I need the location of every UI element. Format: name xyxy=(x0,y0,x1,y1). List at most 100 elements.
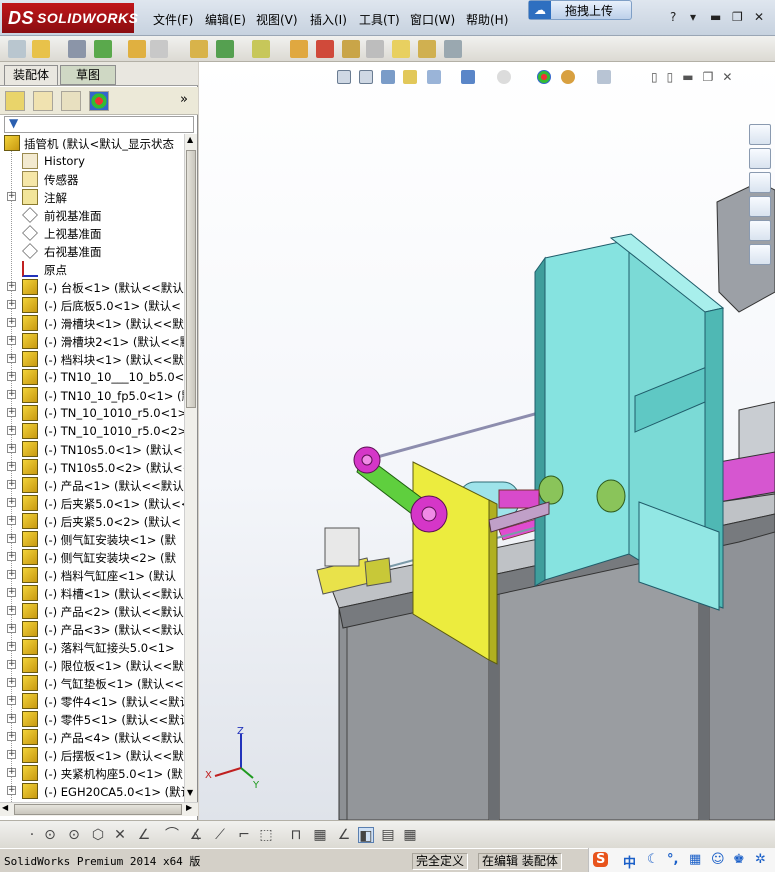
expand-toggle-icon[interactable]: + xyxy=(7,750,16,759)
point-icon[interactable]: · xyxy=(24,827,40,843)
tree-item[interactable]: + (-) 产品<2> (默认<<默认 xyxy=(0,602,184,620)
tree-item[interactable]: + (-) 零件5<1> (默认<<默认 xyxy=(0,710,184,728)
expand-toggle-icon[interactable]: + xyxy=(7,192,16,201)
show-hidden-icon[interactable] xyxy=(150,40,168,58)
expand-toggle-icon[interactable]: + xyxy=(7,336,16,345)
expand-toggle-icon[interactable]: + xyxy=(7,516,16,525)
linear-pattern-icon[interactable] xyxy=(68,40,86,58)
centerpoint-rectangle-icon[interactable]: ⬚ xyxy=(258,827,274,843)
expand-toggle-icon[interactable]: + xyxy=(7,606,16,615)
explode-line-sketch-icon[interactable] xyxy=(342,40,360,58)
tree-item[interactable]: History xyxy=(0,152,184,170)
expand-toggle-icon[interactable]: + xyxy=(7,354,16,363)
expand-toggle-icon[interactable]: + xyxy=(7,714,16,723)
tree-item[interactable]: + (-) 料槽<1> (默认<<默认 xyxy=(0,584,184,602)
solid-view-icon[interactable]: ◧ xyxy=(358,827,374,844)
tree-item[interactable]: 上视基准面 xyxy=(0,224,184,242)
tree-item[interactable]: + (-) TN10s5.0<2> (默认<< xyxy=(0,458,184,476)
exploded-view-icon[interactable] xyxy=(316,40,334,58)
tree-item[interactable]: 传感器 xyxy=(0,170,184,188)
polygon-icon[interactable]: ⬡ xyxy=(90,827,106,843)
tree-item[interactable]: + (-) 档料气缸座<1> (默认 xyxy=(0,566,184,584)
tree-item[interactable]: 原点 xyxy=(0,260,184,278)
tools-icon[interactable]: ✲ xyxy=(755,852,766,867)
tree-item[interactable]: + (-) TN_10_1010_r5.0<1> xyxy=(0,404,184,422)
mate-icon[interactable] xyxy=(32,40,50,58)
expand-toggle-icon[interactable]: + xyxy=(7,678,16,687)
scroll-left-icon[interactable]: ◀ xyxy=(2,803,8,812)
tree-item[interactable]: + (-) 产品<4> (默认<<默认 xyxy=(0,728,184,746)
expand-toggle-icon[interactable]: + xyxy=(7,552,16,561)
menu-edit[interactable]: 编辑(E) xyxy=(205,11,246,28)
tree-scroll-thumb[interactable] xyxy=(186,150,196,408)
filter-field[interactable]: ▼ xyxy=(4,116,194,133)
expand-toggle-icon[interactable]: + xyxy=(7,426,16,435)
clearance-verification-icon[interactable] xyxy=(392,40,410,58)
custom-properties-icon[interactable] xyxy=(749,244,771,265)
moon-icon[interactable]: ☾ xyxy=(647,852,659,867)
assembly-model[interactable] xyxy=(199,62,775,820)
circle-icon[interactable]: ⊙ xyxy=(42,827,58,843)
chamfer-icon[interactable]: ∡ xyxy=(188,827,204,843)
grid-icon[interactable]: ▦ xyxy=(312,827,328,843)
tree-item[interactable]: + (-) TN_10_1010_r5.0<2> xyxy=(0,422,184,440)
tree-item[interactable]: + (-) EGH20CA5.0<1> (默认 xyxy=(0,782,184,800)
close-button[interactable]: ✕ xyxy=(754,10,764,24)
smart-fasteners-icon[interactable] xyxy=(94,40,112,58)
tree-vertical-scrollbar[interactable]: ▲ ▼ xyxy=(184,134,197,802)
expand-toggle-icon[interactable]: + xyxy=(7,372,16,381)
tree-item[interactable]: + (-) 气缸垫板<1> (默认<< xyxy=(0,674,184,692)
drag-upload-button[interactable]: ☁ 拖拽上传 xyxy=(528,0,632,20)
user-icon[interactable]: ☺ xyxy=(711,852,725,867)
skin-icon[interactable]: ♚ xyxy=(733,852,745,867)
appearances-icon[interactable] xyxy=(749,220,771,241)
split-horizontal-icon[interactable]: ▤ xyxy=(380,827,396,843)
hole-alignment-icon[interactable] xyxy=(418,40,436,58)
keyboard-icon[interactable]: ▦ xyxy=(689,852,701,867)
tree-item[interactable]: + (-) 落料气缸接头5.0<1> xyxy=(0,638,184,656)
expand-toggle-icon[interactable]: + xyxy=(7,534,16,543)
tree-item[interactable]: + (-) 侧气缸安装块<1> (默 xyxy=(0,530,184,548)
menu-file[interactable]: 文件(F) xyxy=(153,11,193,28)
minimize-button[interactable]: ▬ xyxy=(710,10,721,24)
tree-item[interactable]: + (-) 后夹紧5.0<1> (默认<< xyxy=(0,494,184,512)
tree-item[interactable]: + (-) TN10s5.0<1> (默认<< xyxy=(0,440,184,458)
graphics-area[interactable]: ▯▯▬❐✕ Z X Y xyxy=(199,62,775,820)
expand-toggle-icon[interactable]: + xyxy=(7,642,16,651)
expand-toggle-icon[interactable]: + xyxy=(7,588,16,597)
expand-toggle-icon[interactable]: + xyxy=(7,570,16,579)
expand-toggle-icon[interactable]: + xyxy=(7,480,16,489)
smart-dimension-icon[interactable]: ⊓ xyxy=(288,827,304,843)
menu-help[interactable]: 帮助(H) xyxy=(466,11,508,28)
solidworks-logo[interactable]: DS SOLIDWORKS xyxy=(2,3,138,33)
fillet-icon[interactable]: ⌒ xyxy=(164,827,180,843)
tree-item[interactable]: 前视基准面 xyxy=(0,206,184,224)
ime-chinese-mode[interactable]: 中 xyxy=(623,852,636,871)
tree-item[interactable]: + (-) 滑槽块<1> (默认<<默 xyxy=(0,314,184,332)
tree-horizontal-scrollbar[interactable]: ◀ ▶ xyxy=(0,802,198,816)
menu-insert[interactable]: 插入(I) xyxy=(310,11,347,28)
tree-item[interactable]: + (-) TN10_10_fp5.0<1> (默 xyxy=(0,386,184,404)
sogou-logo-icon[interactable]: S xyxy=(593,852,609,867)
scroll-up-icon[interactable]: ▲ xyxy=(187,135,193,144)
view-palette-icon[interactable] xyxy=(749,196,771,217)
expand-chevron-icon[interactable]: » xyxy=(180,92,188,107)
expand-toggle-icon[interactable]: + xyxy=(7,732,16,741)
feature-manager-icon[interactable] xyxy=(5,91,25,111)
trim-icon[interactable]: ✕ xyxy=(112,827,128,843)
interference-detection-icon[interactable] xyxy=(366,40,384,58)
move-component-icon[interactable] xyxy=(128,40,146,58)
tree-item[interactable]: + (-) 滑槽块2<1> (默认<<默 xyxy=(0,332,184,350)
design-library-icon[interactable] xyxy=(749,148,771,169)
assembly-features-icon[interactable] xyxy=(190,40,208,58)
menu-view[interactable]: 视图(V) xyxy=(256,11,298,28)
arc-icon[interactable]: ⊙ xyxy=(66,827,82,843)
expand-toggle-icon[interactable]: + xyxy=(7,786,16,795)
new-motion-study-icon[interactable] xyxy=(252,40,270,58)
expand-toggle-icon[interactable]: + xyxy=(7,390,16,399)
expand-toggle-icon[interactable]: + xyxy=(7,408,16,417)
tree-item[interactable]: + (-) 台板<1> (默认<<默认 xyxy=(0,278,184,296)
angle-icon[interactable]: ∠ xyxy=(336,827,352,843)
tree-item[interactable]: + (-) 后夹紧5.0<2> (默认< xyxy=(0,512,184,530)
expand-toggle-icon[interactable]: + xyxy=(7,300,16,309)
